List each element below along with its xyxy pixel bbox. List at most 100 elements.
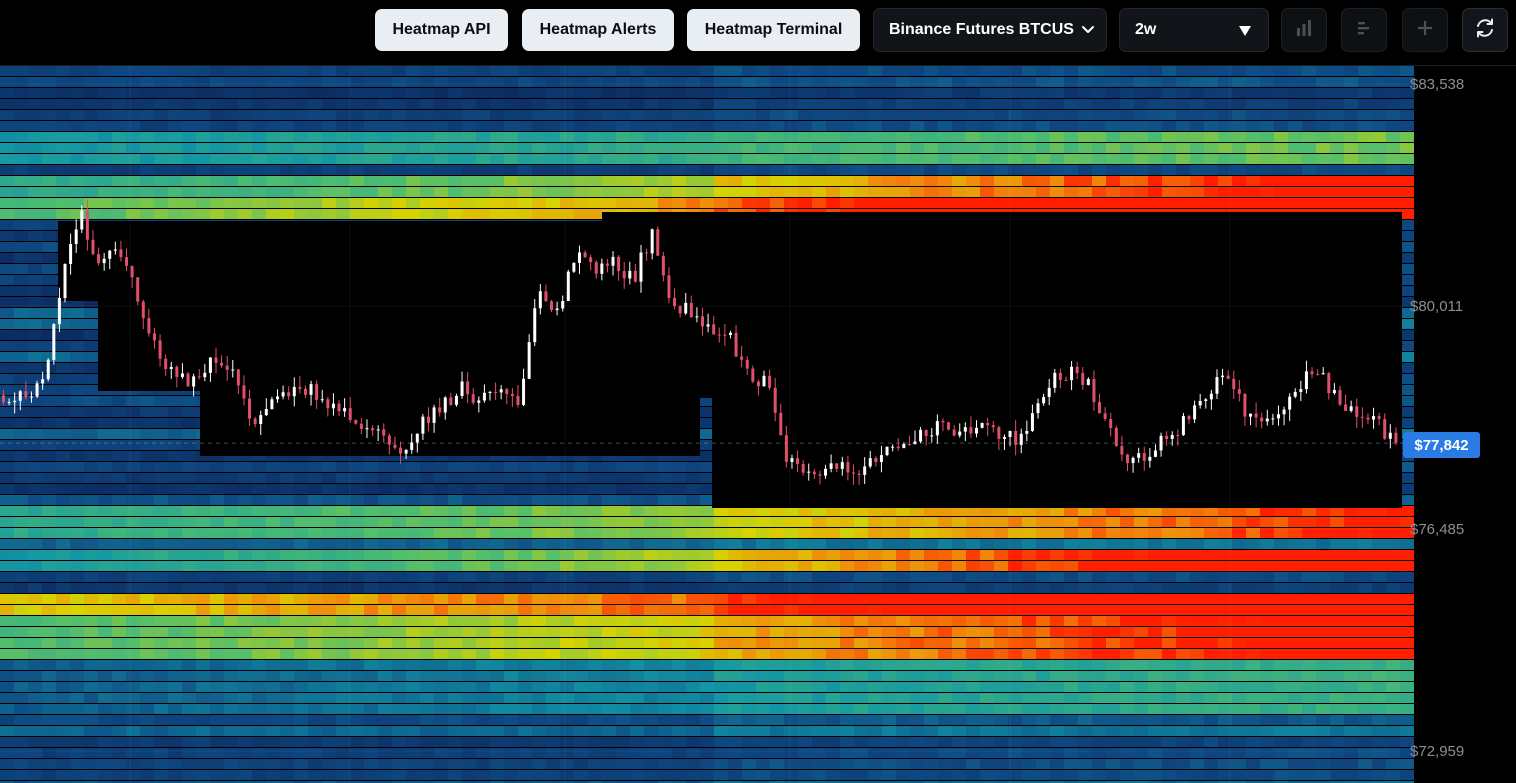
heat-cell [182,143,196,153]
heat-cell [714,77,728,87]
heat-cell [910,517,924,527]
heat-cell [56,99,70,109]
heat-cell [1274,154,1288,164]
heat-cell [546,506,560,516]
heat-cell [854,132,868,142]
heat-cell [84,561,98,571]
heat-cell [1036,550,1050,560]
heat-cell [700,583,714,593]
heat-cell [504,198,518,208]
heat-cell [770,121,784,131]
heatmap-terminal-button[interactable]: Heatmap Terminal [687,9,860,51]
heat-cell [1274,165,1288,175]
heat-cell [462,198,476,208]
heat-cell [1190,583,1204,593]
heat-cell [28,132,42,142]
heat-cell [966,66,980,76]
heat-cell [294,110,308,120]
heat-cell [308,66,322,76]
heat-cell [252,110,266,120]
heat-cell [322,550,336,560]
heat-cell [700,561,714,571]
heat-cell [308,550,322,560]
heat-cell [518,132,532,142]
heat-cell [798,110,812,120]
heat-cell [910,187,924,197]
heat-cell [560,143,574,153]
heatmap-alerts-button[interactable]: Heatmap Alerts [522,9,674,51]
heat-cell [308,484,322,494]
heat-cell [1400,242,1414,252]
heat-cell [560,209,574,219]
add-button[interactable] [1402,8,1448,52]
heat-cell [1260,77,1274,87]
timeframe-select[interactable]: 2w [1119,8,1269,52]
heat-cell [812,121,826,131]
heat-cell [42,99,56,109]
heat-cell [574,165,588,175]
heat-cell [350,99,364,109]
heat-cell [1190,154,1204,164]
heat-cell [574,110,588,120]
heat-cell [910,594,924,604]
heat-cell [70,440,84,450]
heat-cell [476,484,490,494]
heat-cell [462,462,476,472]
heat-cell [98,594,112,604]
heatmap-chart[interactable]: $83,538 $80,011 $76,485 $72,959 $77,842 [0,65,1516,783]
heat-cell [896,99,910,109]
heat-cell [1274,583,1288,593]
timeframe-select-value: 2w [1135,21,1157,38]
heat-cell [1162,165,1176,175]
refresh-button[interactable] [1462,8,1508,52]
heat-cell [966,198,980,208]
heat-cell [1232,176,1246,186]
heat-cell [546,121,560,131]
heat-cell [532,110,546,120]
heat-cell [224,187,238,197]
heat-cell [714,121,728,131]
heat-cell [434,506,448,516]
heat-cell [322,77,336,87]
heat-cell [686,473,700,483]
heat-cell [112,99,126,109]
heat-cell [1344,187,1358,197]
heat-cell [14,319,28,329]
heatmap-canvas[interactable] [0,66,1516,783]
heat-cell [756,132,770,142]
heatmap-api-button[interactable]: Heatmap API [375,9,508,51]
heat-cell [14,143,28,153]
heat-cell [854,88,868,98]
heat-cell [630,561,644,571]
heat-cell [14,572,28,582]
heat-cell [238,110,252,120]
heat-cell [364,209,378,219]
heat-cell [154,66,168,76]
heat-cell [1036,176,1050,186]
heat-cell [1316,583,1330,593]
heat-cell [168,88,182,98]
orderbook-view-button[interactable] [1341,8,1387,52]
heat-cell [14,220,28,230]
heat-cell [560,198,574,208]
heat-cell [798,572,812,582]
heat-cell [1330,143,1344,153]
heat-cell [14,198,28,208]
heat-cell [336,473,350,483]
heat-cell [1204,143,1218,153]
heat-cell [1330,165,1344,175]
exchange-select[interactable]: Binance Futures BTCUS [873,8,1107,52]
heat-cell [252,594,266,604]
heat-cell [756,594,770,604]
heat-cell [658,132,672,142]
heat-cell [812,550,826,560]
bar-chart-button[interactable] [1281,8,1327,52]
heat-cell [196,198,210,208]
heat-cell [644,550,658,560]
heat-cell [224,77,238,87]
heat-cell [168,121,182,131]
heat-cell [546,209,560,219]
heat-cell [602,462,616,472]
heat-cell [812,110,826,120]
heat-cell [0,308,14,318]
